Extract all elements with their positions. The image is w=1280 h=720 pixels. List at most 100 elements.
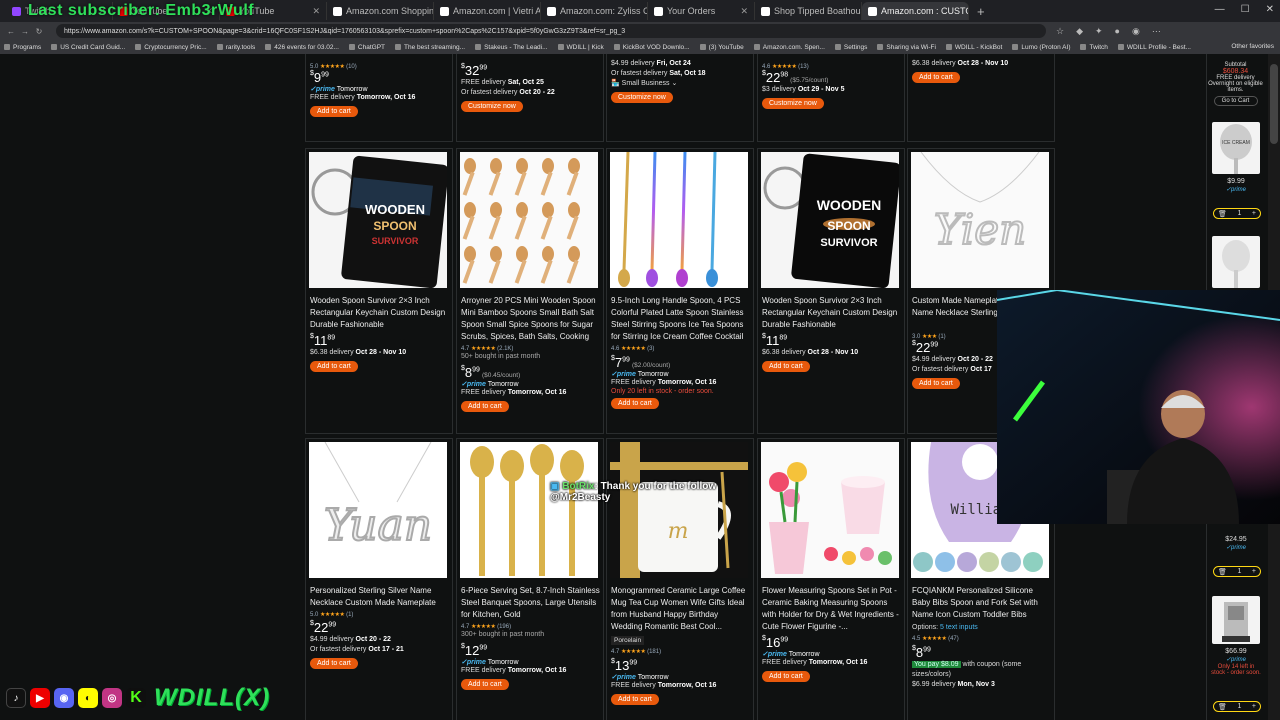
quantity-stepper[interactable]: 🗑 1 + bbox=[1213, 208, 1261, 219]
product-card[interactable]: 5.0 ★★★★★ (10) $999 ✓prime Tomorrow FREE… bbox=[305, 54, 453, 142]
bookmark-item[interactable]: WDILL Profile - Best... bbox=[1117, 44, 1191, 51]
close-tab-icon[interactable]: ✕ bbox=[312, 6, 320, 17]
add-to-cart-button[interactable]: Add to cart bbox=[611, 398, 659, 409]
bookmark-item[interactable]: Amazon.com. Spen... bbox=[753, 44, 825, 51]
product-title[interactable]: 6-Piece Serving Set, 8.7-Inch Stainless … bbox=[461, 585, 601, 621]
product-card[interactable]: 9.5-Inch Long Handle Spoon, 4 PCS Colorf… bbox=[606, 148, 754, 434]
browser-tab[interactable]: Your Orders ✕ bbox=[648, 2, 755, 20]
product-image[interactable] bbox=[610, 152, 748, 288]
bookmark-item[interactable]: rarity.tools bbox=[216, 44, 255, 51]
product-image[interactable]: m bbox=[610, 442, 748, 578]
browser-tab[interactable]: Shop Tipped Boathouse C✕ bbox=[755, 2, 862, 20]
product-image[interactable]: Yien bbox=[911, 152, 1049, 288]
forward-icon[interactable]: → bbox=[18, 27, 32, 36]
add-to-cart-button[interactable]: Add to cart bbox=[912, 72, 960, 83]
product-card[interactable]: $4.99 delivery Fri, Oct 24 Or fastest de… bbox=[606, 54, 754, 142]
extension-icon-3[interactable]: ● bbox=[1115, 26, 1120, 37]
product-image[interactable] bbox=[460, 152, 598, 288]
bookmark-item[interactable]: Stakeus - The Leadi... bbox=[475, 44, 548, 51]
bookmark-item[interactable]: WDILL - KickBot bbox=[945, 44, 1002, 51]
product-image[interactable] bbox=[761, 442, 899, 578]
cart-item-image[interactable] bbox=[1212, 596, 1260, 644]
extension-icon[interactable]: ◆ bbox=[1076, 26, 1083, 37]
product-title[interactable]: Wooden Spoon Survivor 2×3 Inch Rectangul… bbox=[762, 295, 902, 331]
product-title[interactable]: Wooden Spoon Survivor 2×3 Inch Rectangul… bbox=[310, 295, 450, 331]
extension-icon-2[interactable]: ✦ bbox=[1095, 26, 1103, 37]
go-to-cart-button[interactable]: Go to Cart bbox=[1213, 96, 1258, 106]
maximize-icon[interactable]: ☐ bbox=[1241, 4, 1250, 15]
add-to-cart-button[interactable]: Add to cart bbox=[310, 361, 358, 372]
browser-tab[interactable]: Amazon.com | Vietri Aladdi✕ bbox=[434, 2, 541, 20]
add-to-cart-button[interactable]: Add to cart bbox=[762, 361, 810, 372]
bookmark-item[interactable]: Settings bbox=[834, 44, 867, 51]
plus-icon[interactable]: + bbox=[1252, 703, 1256, 710]
cart-item-image[interactable]: ICE CREAM bbox=[1212, 122, 1260, 174]
bookmark-item[interactable]: KickBot VOD Downlo... bbox=[613, 44, 690, 51]
bookmark-item[interactable]: WDILL | Kick bbox=[557, 44, 604, 51]
close-tab-icon[interactable]: ✕ bbox=[740, 6, 748, 17]
product-card[interactable]: Arroyner 20 PCS Mini Wooden Spoon Mini B… bbox=[456, 148, 604, 434]
bookmark-item[interactable]: (3) YouTube bbox=[699, 44, 744, 51]
product-title[interactable]: Flower Measuring Spoons Set in Pot - Cer… bbox=[762, 585, 902, 633]
bookmark-item[interactable]: 426 events for 03.02... bbox=[265, 44, 339, 51]
add-to-cart-button[interactable]: Add to cart bbox=[611, 694, 659, 705]
trash-icon[interactable]: 🗑 bbox=[1218, 210, 1227, 218]
customize-now-button[interactable]: Customize now bbox=[762, 98, 824, 109]
product-image[interactable]: Yuan bbox=[309, 442, 447, 578]
minimize-icon[interactable]: — bbox=[1215, 4, 1225, 15]
plus-icon[interactable]: + bbox=[1252, 568, 1256, 575]
scrollbar-thumb[interactable] bbox=[1270, 64, 1278, 144]
bookmark-item[interactable]: Lumo (Proton AI) bbox=[1012, 44, 1070, 51]
reload-icon[interactable]: ↻ bbox=[32, 27, 46, 36]
product-card[interactable]: $6.38 delivery Oct 28 - Nov 10 Add to ca… bbox=[907, 54, 1055, 142]
other-bookmarks[interactable]: Other favorites bbox=[1231, 43, 1274, 50]
bookmark-item[interactable]: ChatGPT bbox=[348, 44, 385, 51]
back-icon[interactable]: ← bbox=[4, 27, 18, 36]
product-card[interactable]: $3299 FREE delivery Sat, Oct 25 Or faste… bbox=[456, 54, 604, 142]
add-to-cart-button[interactable]: Add to cart bbox=[310, 106, 358, 117]
product-title[interactable]: FCQIANKM Personalized Silicone Baby Bibs… bbox=[912, 585, 1052, 621]
add-to-cart-button[interactable]: Add to cart bbox=[762, 671, 810, 682]
add-to-cart-button[interactable]: Add to cart bbox=[461, 679, 509, 690]
small-business-badge[interactable]: 🏪 Small Business ⌄ bbox=[611, 79, 706, 89]
product-card[interactable]: Flower Measuring Spoons Set in Pot - Cer… bbox=[757, 438, 905, 720]
customize-now-button[interactable]: Customize now bbox=[461, 101, 523, 112]
quantity-stepper[interactable]: 🗑 1 + bbox=[1213, 701, 1261, 712]
bookmark-item[interactable]: Sharing via Wi-Fi bbox=[877, 44, 936, 51]
browser-tab[interactable]: Amazon.com : CUSTOM SP✕ bbox=[862, 2, 969, 20]
bookmark-item[interactable]: Twitch bbox=[1080, 44, 1108, 51]
menu-icon[interactable]: ⋯ bbox=[1152, 26, 1161, 37]
product-card[interactable]: WOODEN SPOON SURVIVOR Wooden Spoon Survi… bbox=[305, 148, 453, 434]
options-link[interactable]: 5 text inputs bbox=[940, 624, 978, 631]
product-image[interactable]: WOODEN SPOON SURVIVOR bbox=[761, 152, 899, 288]
customize-now-button[interactable]: Customize now bbox=[611, 92, 673, 103]
product-title[interactable]: 9.5-Inch Long Handle Spoon, 4 PCS Colorf… bbox=[611, 295, 751, 343]
product-image[interactable] bbox=[460, 442, 598, 578]
product-card[interactable]: Yuan Personalized Sterling Silver Name N… bbox=[305, 438, 453, 720]
new-tab-button[interactable]: + bbox=[969, 4, 993, 19]
quantity-stepper[interactable]: 🗑 1 + bbox=[1213, 566, 1261, 577]
product-image[interactable]: WOODEN SPOON SURVIVOR bbox=[309, 152, 447, 288]
bookmark-item[interactable]: US Credit Card Guid... bbox=[51, 44, 125, 51]
bookmark-item[interactable]: The best streaming... bbox=[395, 44, 465, 51]
browser-tab[interactable]: Amazon.com Shopping Ca✕ bbox=[327, 2, 434, 20]
trash-icon[interactable]: 🗑 bbox=[1218, 703, 1227, 711]
cart-item-image[interactable] bbox=[1212, 236, 1260, 288]
url-input[interactable]: https://www.amazon.com/s?k=CUSTOM+SPOON&… bbox=[56, 24, 1046, 38]
star-icon[interactable]: ☆ bbox=[1056, 26, 1064, 37]
product-title[interactable]: Personalized Sterling Silver Name Neckla… bbox=[310, 585, 450, 609]
profile-icon[interactable]: ◉ bbox=[1132, 26, 1140, 37]
product-card[interactable]: WOODEN SPOON SURVIVOR Wooden Spoon Survi… bbox=[757, 148, 905, 434]
close-window-icon[interactable]: ✕ bbox=[1266, 4, 1274, 15]
add-to-cart-button[interactable]: Add to cart bbox=[912, 378, 960, 389]
plus-icon[interactable]: + bbox=[1252, 210, 1256, 217]
browser-tab[interactable]: Amazon.com: Zyliss Classi✕ bbox=[541, 2, 648, 20]
trash-icon[interactable]: 🗑 bbox=[1218, 568, 1227, 576]
add-to-cart-button[interactable]: Add to cart bbox=[310, 658, 358, 669]
product-title[interactable]: Monogrammed Ceramic Large Coffee Mug Tea… bbox=[611, 585, 751, 633]
product-title[interactable]: Arroyner 20 PCS Mini Wooden Spoon Mini B… bbox=[461, 295, 601, 343]
bookmark-item[interactable]: Programs bbox=[4, 44, 41, 51]
bookmark-item[interactable]: Cryptocurrency Pric... bbox=[135, 44, 207, 51]
product-card[interactable]: 4.6 ★★★★★ (13) $2298($5.75/count) $3 del… bbox=[757, 54, 905, 142]
add-to-cart-button[interactable]: Add to cart bbox=[461, 401, 509, 412]
